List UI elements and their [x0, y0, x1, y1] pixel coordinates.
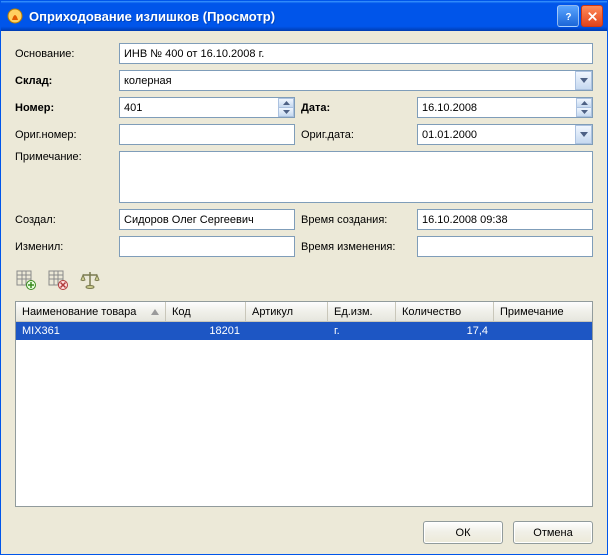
cancel-button[interactable]: Отмена	[513, 521, 593, 544]
cell-name: MIX361	[16, 323, 166, 339]
orig-date-value: 01.01.2000	[422, 129, 477, 141]
basis-input[interactable]: ИНВ № 400 от 16.10.2008 г.	[119, 43, 593, 64]
form-grid: Основание: ИНВ № 400 от 16.10.2008 г. Ск…	[15, 43, 593, 257]
created-by-label: Создал:	[15, 214, 113, 226]
col-header-name[interactable]: Наименование товара	[16, 302, 166, 321]
col-name-label: Наименование товара	[22, 306, 136, 318]
modified-at-label: Время изменения:	[301, 241, 411, 253]
close-button[interactable]	[581, 5, 603, 27]
chevron-down-icon[interactable]	[575, 125, 592, 144]
footer-buttons: ОК Отмена	[15, 511, 593, 544]
modified-at-input[interactable]	[417, 236, 593, 257]
window-title: Оприходование излишков (Просмотр)	[29, 9, 557, 24]
cell-qty: 17,4	[396, 323, 494, 339]
modified-by-input[interactable]	[119, 236, 295, 257]
orig-date-input[interactable]: 01.01.2000	[417, 124, 593, 145]
col-header-article[interactable]: Артикул	[246, 302, 328, 321]
add-row-button[interactable]	[15, 269, 37, 291]
toolbar	[15, 267, 593, 297]
number-value: 401	[124, 102, 142, 114]
note-input[interactable]	[119, 151, 593, 203]
basis-label: Основание:	[15, 48, 113, 60]
number-input[interactable]: 401	[119, 97, 295, 118]
table-row[interactable]: MIX361 18201 г. 17,4	[16, 322, 592, 340]
col-code-label: Код	[172, 306, 191, 318]
window-controls: ?	[557, 5, 603, 27]
grid-body[interactable]: MIX361 18201 г. 17,4	[16, 322, 592, 506]
col-header-qty[interactable]: Количество	[396, 302, 494, 321]
spin-up-icon[interactable]	[576, 98, 592, 108]
app-icon	[7, 8, 23, 24]
delete-row-button[interactable]	[47, 269, 69, 291]
note-label: Примечание:	[15, 151, 113, 163]
col-qty-label: Количество	[402, 306, 461, 318]
created-at-value: 16.10.2008 09:38	[422, 214, 508, 226]
basis-value: ИНВ № 400 от 16.10.2008 г.	[124, 48, 264, 60]
col-header-note[interactable]: Примечание	[494, 302, 592, 321]
scales-button[interactable]	[79, 269, 101, 291]
created-at-label: Время создания:	[301, 214, 411, 226]
cell-article	[246, 329, 328, 333]
spin-up-icon[interactable]	[278, 98, 294, 108]
grid-header: Наименование товара Код Артикул Ед.изм. …	[16, 302, 592, 322]
help-button[interactable]: ?	[557, 5, 579, 27]
date-input[interactable]: 16.10.2008	[417, 97, 593, 118]
window-frame: Оприходование излишков (Просмотр) ? Осно…	[0, 0, 608, 555]
warehouse-label: Склад:	[15, 75, 113, 87]
cell-unit: г.	[328, 323, 396, 339]
spin-down-icon[interactable]	[278, 108, 294, 117]
col-header-code[interactable]: Код	[166, 302, 246, 321]
cell-note	[494, 329, 592, 333]
col-article-label: Артикул	[252, 306, 293, 318]
date-value: 16.10.2008	[422, 102, 477, 114]
items-grid: Наименование товара Код Артикул Ед.изм. …	[15, 301, 593, 507]
orig-number-label: Ориг.номер:	[15, 129, 113, 141]
warehouse-combo[interactable]: колерная	[119, 70, 593, 91]
svg-text:?: ?	[565, 11, 571, 22]
date-label: Дата:	[301, 102, 411, 114]
created-by-value: Сидоров Олег Сергеевич	[124, 214, 254, 226]
sort-asc-icon	[151, 306, 159, 318]
warehouse-value: колерная	[124, 75, 172, 87]
col-unit-label: Ед.изм.	[334, 306, 373, 318]
col-header-unit[interactable]: Ед.изм.	[328, 302, 396, 321]
col-note-label: Примечание	[500, 306, 564, 318]
titlebar: Оприходование излишков (Просмотр) ?	[1, 1, 607, 31]
modified-by-label: Изменил:	[15, 241, 113, 253]
content-area: Основание: ИНВ № 400 от 16.10.2008 г. Ск…	[1, 31, 607, 554]
ok-button[interactable]: ОК	[423, 521, 503, 544]
orig-number-input[interactable]	[119, 124, 295, 145]
number-label: Номер:	[15, 102, 113, 114]
created-by-input[interactable]: Сидоров Олег Сергеевич	[119, 209, 295, 230]
created-at-input[interactable]: 16.10.2008 09:38	[417, 209, 593, 230]
cell-code: 18201	[166, 323, 246, 339]
chevron-down-icon[interactable]	[575, 71, 592, 90]
spin-down-icon[interactable]	[576, 108, 592, 117]
orig-date-label: Ориг.дата:	[301, 129, 411, 141]
